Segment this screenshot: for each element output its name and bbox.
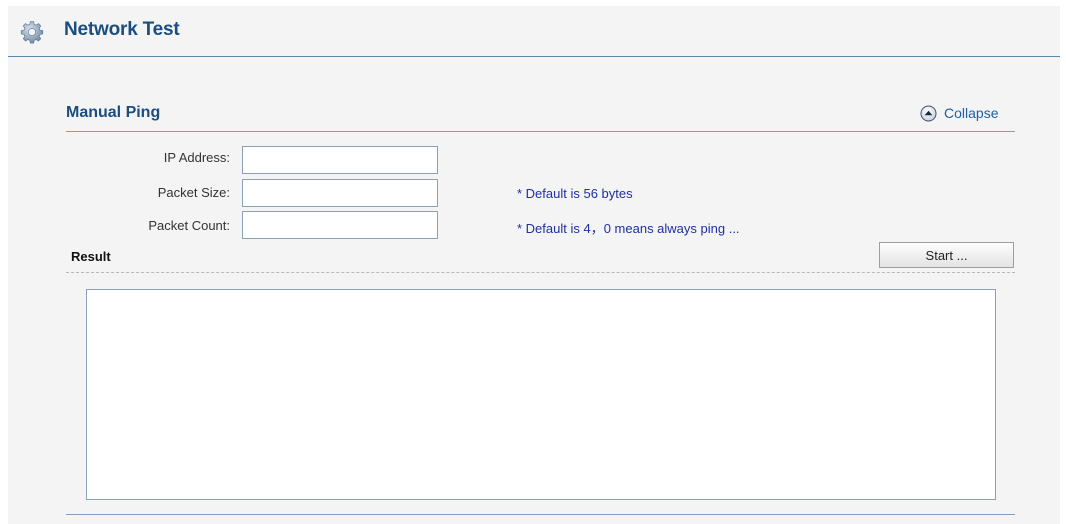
result-divider xyxy=(66,272,1015,273)
page-title: Network Test xyxy=(64,19,180,40)
start-button[interactable]: Start ... xyxy=(879,242,1014,268)
section-title: Manual Ping xyxy=(66,104,161,121)
result-output-box[interactable] xyxy=(86,289,996,500)
page-header: Network Test xyxy=(8,6,1060,57)
section-divider xyxy=(66,131,1015,132)
ip-address-input[interactable] xyxy=(242,146,438,174)
packet-count-hint: * Default is 4，0 means always ping ... xyxy=(517,221,740,236)
bottom-divider xyxy=(66,514,1015,515)
packet-count-label: Packet Count: xyxy=(148,218,230,233)
packet-size-input[interactable] xyxy=(242,179,438,207)
collapse-label[interactable]: Collapse xyxy=(944,105,998,121)
ip-address-label: IP Address: xyxy=(163,150,230,165)
packet-size-label: Packet Size: xyxy=(157,185,230,200)
network-test-page: Network Test Manual Ping Collapse IP Add… xyxy=(8,6,1060,524)
collapse-toggle[interactable]: Collapse xyxy=(920,103,998,123)
circle-arrow-up-icon[interactable] xyxy=(920,105,937,122)
result-label: Result xyxy=(71,249,111,264)
packet-count-input[interactable] xyxy=(242,211,438,239)
packet-size-hint: * Default is 56 bytes xyxy=(517,186,633,201)
gear-icon xyxy=(20,20,44,44)
